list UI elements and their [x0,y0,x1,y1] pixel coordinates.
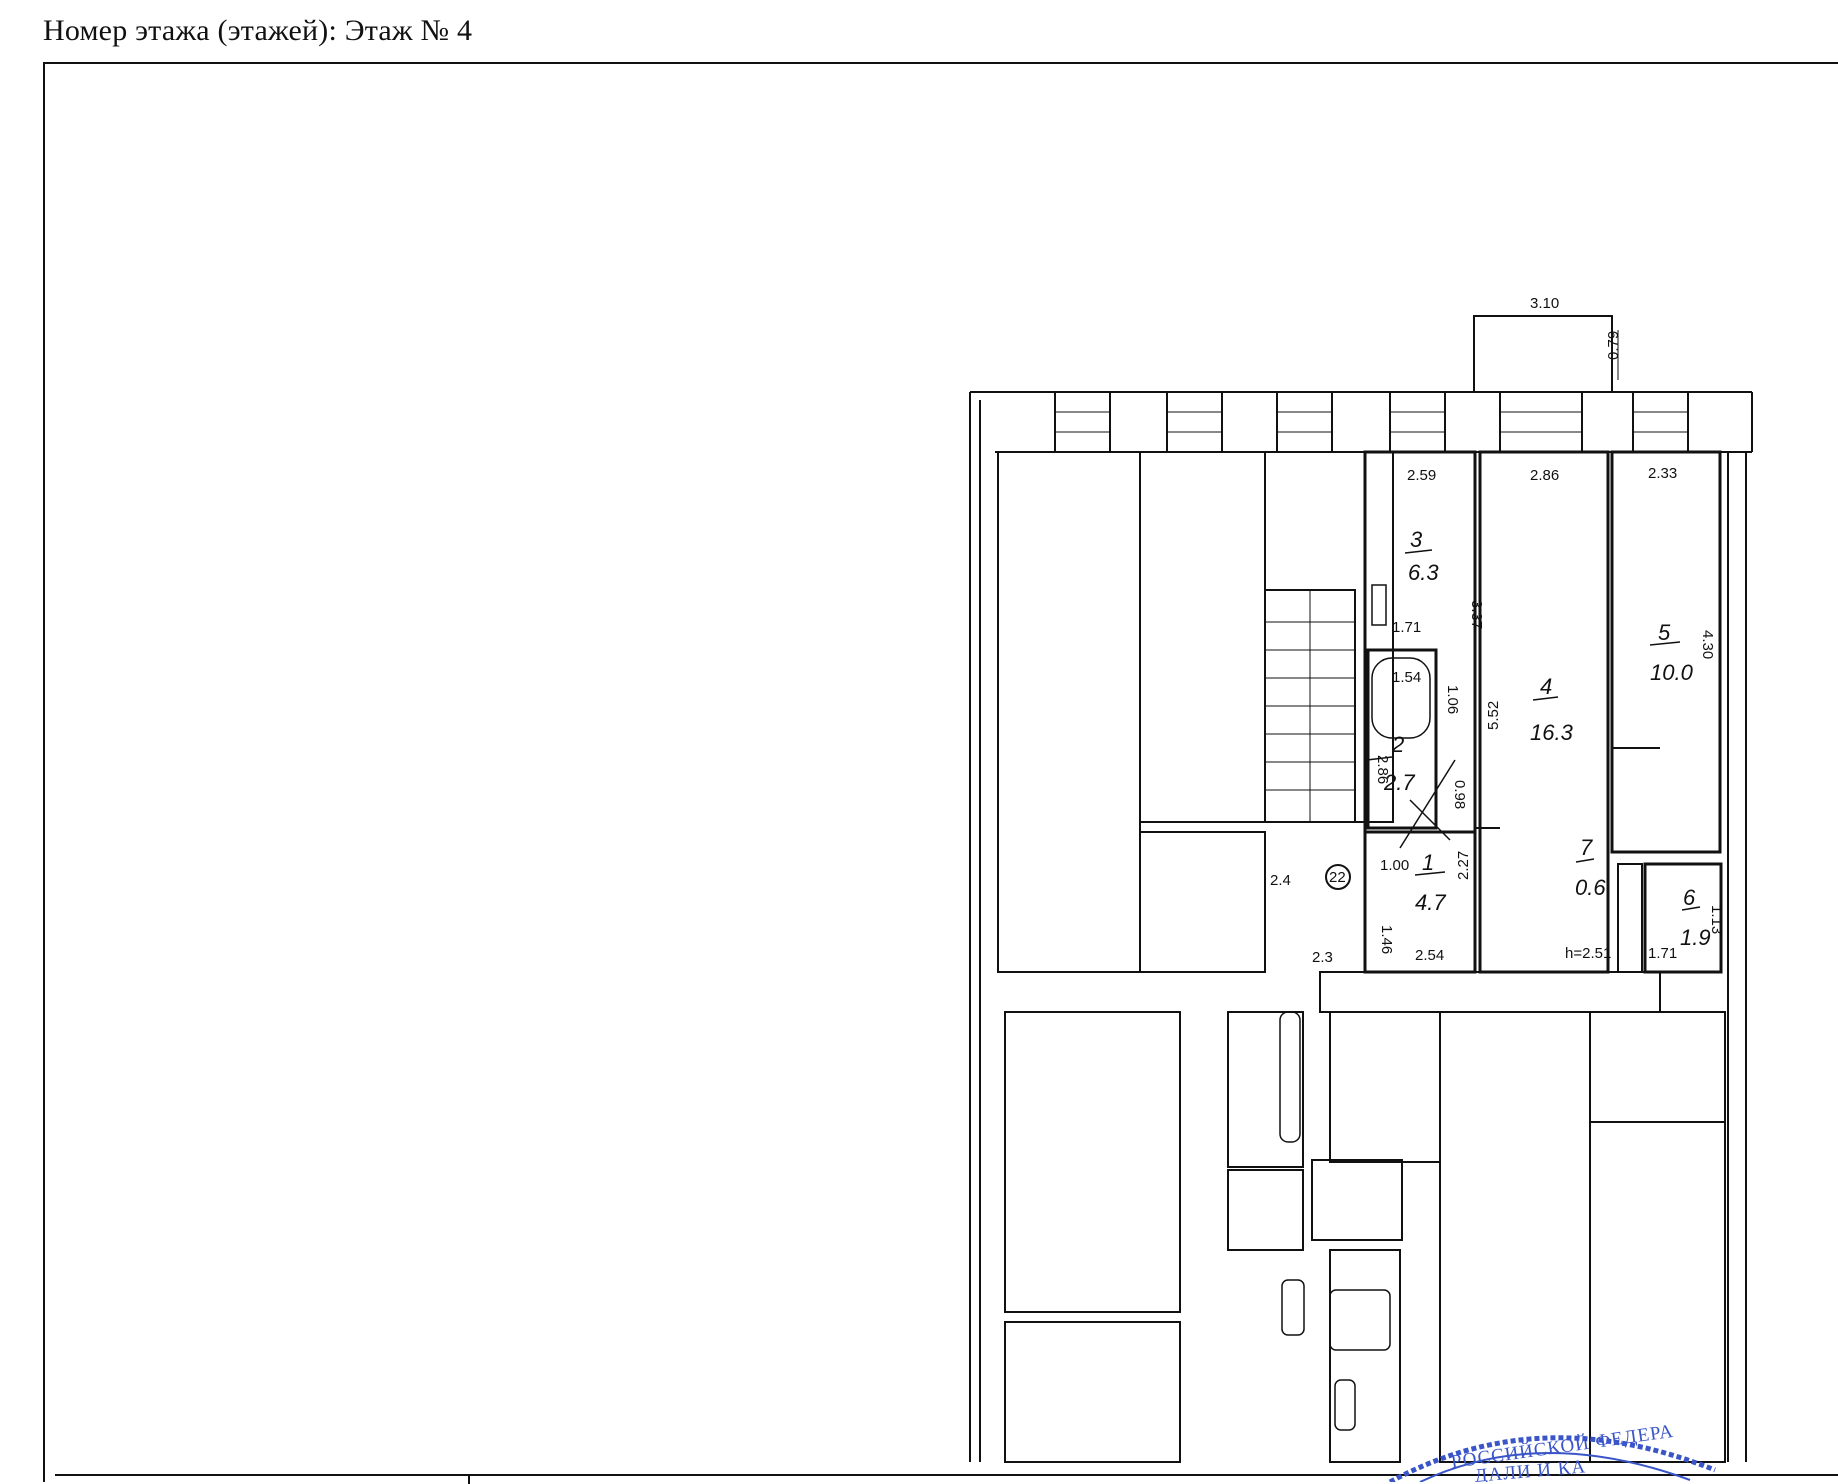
room-5-area: 10.0 [1650,660,1694,685]
room-4-number: 4 [1540,674,1552,699]
stamp-seal: РОССИЙСКОЙ ФЕДЕРА ДАЛИ И КА [1388,1421,1716,1482]
dim-room4-width: 2.86 [1530,467,1559,484]
dim-bath-width: 1.54 [1392,669,1421,686]
balcony-depth-label: 0.79 [1605,331,1622,360]
dim-room6-width: 1.71 [1648,945,1677,962]
dim-room5-height: 4.30 [1699,630,1716,659]
room-3-number: 3 [1410,527,1423,552]
room-2-area: 2.7 [1383,770,1415,795]
dim-room2-width: 0.98 [1451,780,1468,809]
dim-room5-width: 2.33 [1648,465,1677,482]
ceiling-height-label: h=2.51 [1565,945,1611,962]
room-2-number: 2 [1391,732,1404,757]
floor-plan-drawing: 3.10 0.79 2.59 2.86 2.33 3.37 4.30 5.52 … [969,295,1753,1482]
dim-hall-width: 1.00 [1380,857,1409,874]
dim-hall-side: 1.46 [1378,925,1395,954]
dim-room3-width: 2.59 [1407,467,1436,484]
dim-bath-height: 1.06 [1444,685,1461,714]
balcony-outline [1473,315,1613,393]
room-7-number: 7 [1580,835,1593,860]
balcony-width-label: 3.10 [1530,295,1559,312]
room-4-area: 16.3 [1530,720,1574,745]
dim-stair-width: 2.3 [1312,949,1333,966]
dim-room3-height: 3.37 [1468,600,1485,629]
room-6-number: 6 [1683,885,1696,910]
room-3-area: 6.3 [1408,560,1439,585]
room-5-number: 5 [1658,620,1671,645]
room-1-area: 4.7 [1415,890,1446,915]
dim-hall-height: 2.27 [1455,851,1472,880]
room-7-area: 0.6 [1575,875,1606,900]
room-6-area: 1.9 [1680,925,1711,950]
dim-wc-width: 1.71 [1392,619,1421,636]
dim-room4-height: 5.52 [1485,701,1502,730]
dim-hall-bottom: 2.54 [1415,947,1444,964]
apartment-number: 22 [1329,869,1346,886]
room-1-number: 1 [1422,850,1434,875]
dim-stair-height: 2.4 [1270,872,1291,889]
